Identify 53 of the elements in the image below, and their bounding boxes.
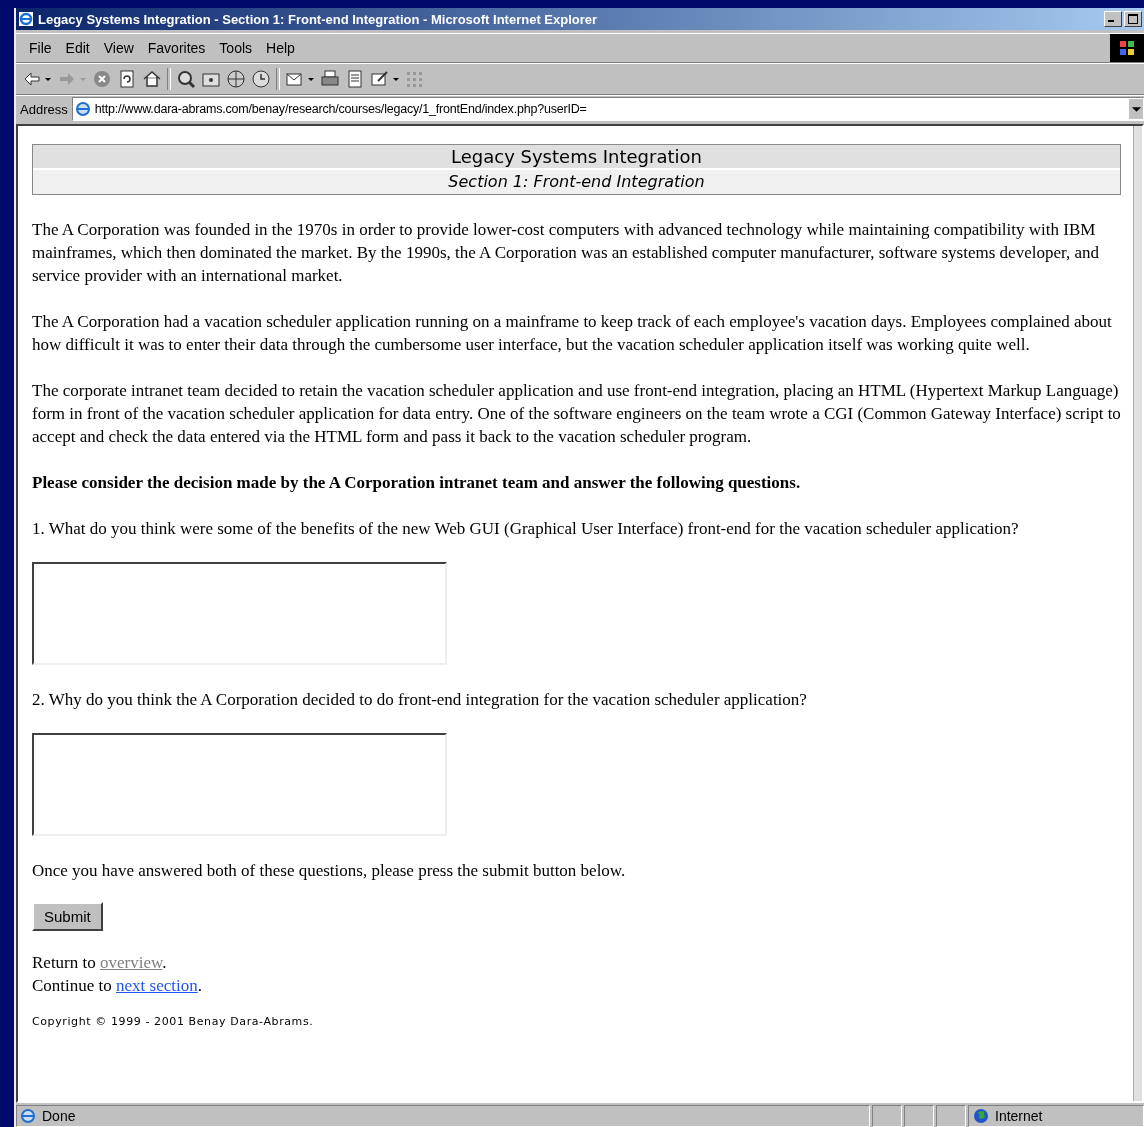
instruction-text: Once you have answered both of these questions, please press the submit button below. (32, 860, 627, 882)
document-icon[interactable] (345, 69, 365, 89)
paragraph: The corporate intranet team decided to retain the vacation scheduler application and use front-end integration, placing an HTML (Hypertext Markup Language) form in front of the vacation scheduler application for data entry. One of the software engineers on the team wrote a CGI (Common Gateway Interface) script to accept and check the data entered via the HTML form and pass it back to the vacation scheduler program. (32, 380, 1121, 448)
caret-icon[interactable] (307, 75, 315, 83)
status-panel (904, 1105, 934, 1127)
search-icon[interactable] (176, 69, 196, 89)
status-panel (872, 1105, 902, 1127)
status-text: Done (42, 1108, 76, 1124)
page-subtitle: Section 1: Front-end Integration (33, 170, 1120, 194)
address-label: Address (20, 101, 68, 117)
browser-logo-icon (18, 11, 34, 27)
clock-icon[interactable] (251, 69, 271, 89)
paragraph: The A Corporation was founded in the 1970s in order to provide lower-cost computers with advanced technology while maintaining compatibility with IBM mainframes, which then dominated the market. By the 1990s, the A Corporation was an established computer manufacturer, software systems developer, and service provider with an international market. (32, 219, 1100, 287)
refresh-icon[interactable] (117, 69, 137, 89)
menu-item[interactable]: View (96, 40, 141, 56)
minimize-icon (1108, 20, 1114, 22)
window-title: Legacy Systems Integration - Section 1: Front-end Integration - Microsoft Internet Explorer (38, 11, 599, 27)
nav-sentence: Return to overview. (32, 952, 168, 974)
globe-icon (973, 1108, 989, 1124)
submit-button[interactable]: Submit (32, 902, 103, 931)
link[interactable]: overview (100, 953, 163, 972)
printer-icon[interactable] (320, 69, 340, 89)
question-text: 2. Why do you think the A Corporation decided to do front-end integration for the vacation scheduler application? (32, 689, 808, 711)
dropdown-arrow-icon[interactable] (1131, 104, 1141, 114)
maximize-button[interactable] (1124, 11, 1142, 27)
caret-icon[interactable] (44, 75, 52, 83)
edit-icon[interactable] (370, 69, 390, 89)
menu-item[interactable]: Edit (58, 40, 97, 56)
menu-item[interactable]: Tools (212, 40, 260, 56)
question-text: 1. What do you think were some of the benefits of the new Web GUI (Graphical User Interface) front-end for the vacation scheduler application? (32, 518, 1020, 540)
instruction-text: Please consider the decision made by the A Corporation intranet team and answer the following questions. (32, 472, 802, 494)
answer-box[interactable] (32, 562, 447, 665)
security-zone: Internet (995, 1108, 1043, 1124)
link[interactable]: next section (116, 976, 198, 995)
maximize-icon (1128, 14, 1138, 24)
page-icon (74, 101, 91, 117)
address-field[interactable]: http://www.dara-abrams.com/benay/research/courses/legacy/1_frontEnd/index.php?userID= (71, 97, 1144, 121)
menu-item[interactable]: Favorites (140, 40, 213, 56)
answer-box[interactable] (32, 733, 447, 836)
caret-icon[interactable] (392, 75, 400, 83)
minimize-button[interactable] (1104, 11, 1122, 27)
paragraph: The A Corporation had a vacation scheduler application running on a mainframe to keep track of each employee's vacation days. Employees complained about how difficult it was to enter their data through the cumbersome user interface, but the vacation scheduler application itself was working quite well. (32, 311, 1113, 356)
menu-item[interactable]: Help (259, 40, 302, 56)
page-icon (20, 1108, 36, 1124)
menu-item[interactable]: File (22, 40, 59, 56)
status-panel (936, 1105, 966, 1127)
globe-icon[interactable] (226, 69, 246, 89)
windows-logo-icon (1110, 34, 1144, 62)
copyright-text: Copyright © 1999 - 2001 Benay Dara-Abrams. (32, 1015, 315, 1028)
home-icon[interactable] (142, 69, 162, 89)
grip-icon[interactable] (405, 69, 425, 89)
nav-sentence: Continue to next section. (32, 975, 203, 997)
stop-icon[interactable] (92, 69, 112, 89)
